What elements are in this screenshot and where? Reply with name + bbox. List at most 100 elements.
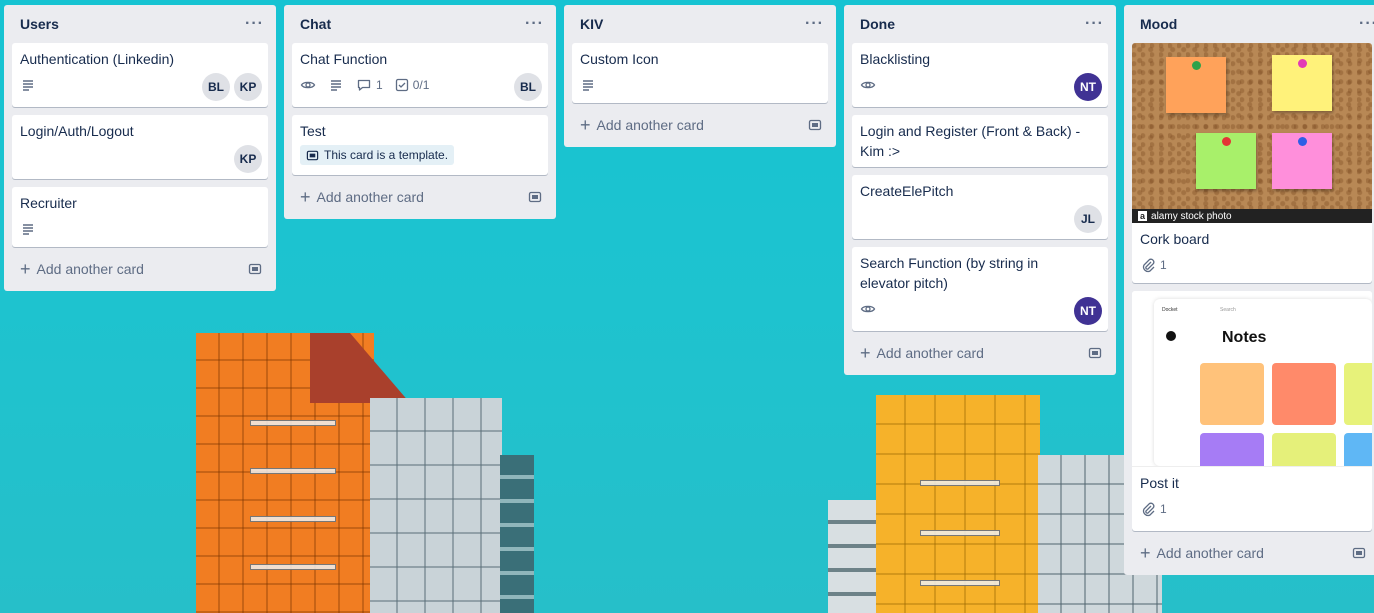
template-icon[interactable]	[1352, 546, 1366, 560]
plus-icon: +	[580, 115, 591, 135]
mini-note	[1344, 433, 1372, 466]
template-label: This card is a template.	[324, 148, 449, 162]
avatar[interactable]: KP	[234, 145, 262, 173]
card[interactable]: Authentication (Linkedin) BL KP	[12, 43, 268, 107]
plus-icon: +	[1140, 543, 1151, 563]
card-members: NT	[1074, 297, 1102, 325]
alamy-logo: a	[1138, 211, 1148, 221]
card[interactable]: Chat Function 1 0/1 BL	[292, 43, 548, 107]
card[interactable]: Blacklisting NT	[852, 43, 1108, 107]
card-title: Cork board	[1140, 231, 1210, 247]
card[interactable]: CreateElePitch JL	[852, 175, 1108, 239]
card[interactable]: Search Function (by string in elevator p…	[852, 247, 1108, 331]
attachment-count: 1	[1160, 502, 1167, 516]
card-members: NT	[1074, 73, 1102, 101]
add-card-label: Add another card	[36, 261, 144, 277]
card-title: Test	[300, 123, 326, 139]
comment-icon	[357, 79, 371, 91]
mini-note	[1344, 363, 1372, 425]
card[interactable]: a alamy stock photo Cork board 1	[1132, 43, 1372, 283]
card-title: Login and Register (Front & Back) - Kim …	[860, 123, 1081, 159]
add-card-button[interactable]: + Add another card	[292, 183, 548, 211]
card[interactable]: Login/Auth/Logout KP	[12, 115, 268, 179]
list-title[interactable]: Mood	[1140, 16, 1177, 32]
cover-caption-text: alamy stock photo	[1151, 210, 1232, 222]
card-members: JL	[1074, 205, 1102, 233]
avatar[interactable]: NT	[1074, 73, 1102, 101]
list-kiv: KIV ··· Custom Icon + Add another card	[564, 5, 836, 147]
list-menu-button[interactable]: ···	[1359, 15, 1374, 33]
list-menu-button[interactable]: ···	[245, 15, 264, 33]
add-card-button[interactable]: + Add another card	[1132, 539, 1372, 567]
card-badges: 1	[1140, 497, 1364, 521]
card-title: Login/Auth/Logout	[20, 123, 134, 139]
card-cover-image: Docket Search Notes	[1132, 291, 1372, 467]
avatar[interactable]: JL	[1074, 205, 1102, 233]
avatar[interactable]: BL	[202, 73, 230, 101]
list-header: Users ···	[12, 5, 268, 43]
template-icon[interactable]	[248, 262, 262, 276]
cover-caption: a alamy stock photo	[1132, 209, 1372, 223]
card[interactable]: Test This card is a template.	[292, 115, 548, 175]
paperclip-icon	[1142, 502, 1155, 517]
card-members: BL KP	[202, 73, 262, 101]
plus-icon: +	[300, 187, 311, 207]
card[interactable]: Docket Search Notes Post it 1	[1132, 291, 1372, 531]
template-icon[interactable]	[808, 118, 822, 132]
add-icon	[1166, 331, 1176, 341]
card[interactable]: Recruiter	[12, 187, 268, 247]
list-header: Mood ···	[1132, 5, 1374, 43]
list-header: Chat ···	[292, 5, 548, 43]
list-mood: Mood ··· a alamy stock photo Cork board …	[1124, 5, 1374, 575]
list-title[interactable]: Users	[20, 16, 59, 32]
template-badge: This card is a template.	[300, 145, 455, 165]
paperclip-icon	[1142, 258, 1155, 273]
checkbox-icon	[395, 78, 408, 92]
template-icon[interactable]	[528, 190, 542, 204]
add-card-button[interactable]: + Add another card	[572, 111, 828, 139]
template-icon[interactable]	[1088, 346, 1102, 360]
list-title[interactable]: Chat	[300, 16, 331, 32]
list-done: Done ··· Blacklisting NT Login and Regis…	[844, 5, 1116, 375]
pin-icon	[1222, 137, 1231, 146]
attachment-badge: 1	[1140, 257, 1167, 273]
card-members: BL	[514, 73, 542, 101]
description-icon	[20, 77, 36, 93]
notes-app-search: Search	[1220, 307, 1236, 313]
sticky-note	[1272, 133, 1332, 189]
comments-badge: 1	[356, 77, 383, 93]
list-title[interactable]: Done	[860, 16, 895, 32]
list-chat: Chat ··· Chat Function 1 0/1 BL Test Thi…	[284, 5, 556, 219]
card[interactable]: Login and Register (Front & Back) - Kim …	[852, 115, 1108, 167]
plus-icon: +	[860, 343, 871, 363]
avatar[interactable]: BL	[514, 73, 542, 101]
card-title: Blacklisting	[860, 51, 931, 67]
card-title: Chat Function	[300, 51, 388, 67]
list-menu-button[interactable]: ···	[805, 15, 824, 33]
list-menu-button[interactable]: ···	[1085, 15, 1104, 33]
notes-app-brand: Docket	[1162, 307, 1178, 313]
add-card-label: Add another card	[1156, 545, 1264, 561]
add-card-button[interactable]: + Add another card	[12, 255, 268, 283]
comment-count: 1	[376, 78, 383, 92]
checklist-count: 0/1	[412, 78, 430, 92]
add-card-label: Add another card	[876, 345, 984, 361]
list-title[interactable]: KIV	[580, 16, 603, 32]
template-icon	[306, 150, 319, 160]
sticky-note	[1272, 55, 1332, 111]
mini-note	[1200, 363, 1264, 425]
board: Users ··· Authentication (Linkedin) BL K…	[0, 0, 1374, 613]
card-cover-image: a alamy stock photo	[1132, 43, 1372, 223]
mini-note	[1200, 433, 1264, 466]
card-badges: 1 0/1	[300, 73, 540, 97]
mini-note	[1272, 363, 1336, 425]
list-menu-button[interactable]: ···	[525, 15, 544, 33]
card-badges: 1	[1140, 253, 1364, 277]
avatar[interactable]: NT	[1074, 297, 1102, 325]
card-title: Custom Icon	[580, 51, 659, 67]
add-card-button[interactable]: + Add another card	[852, 339, 1108, 367]
avatar[interactable]: KP	[234, 73, 262, 101]
card-title: Post it	[1140, 475, 1179, 491]
card-title: Search Function (by string in elevator p…	[860, 255, 1039, 291]
card[interactable]: Custom Icon	[572, 43, 828, 103]
